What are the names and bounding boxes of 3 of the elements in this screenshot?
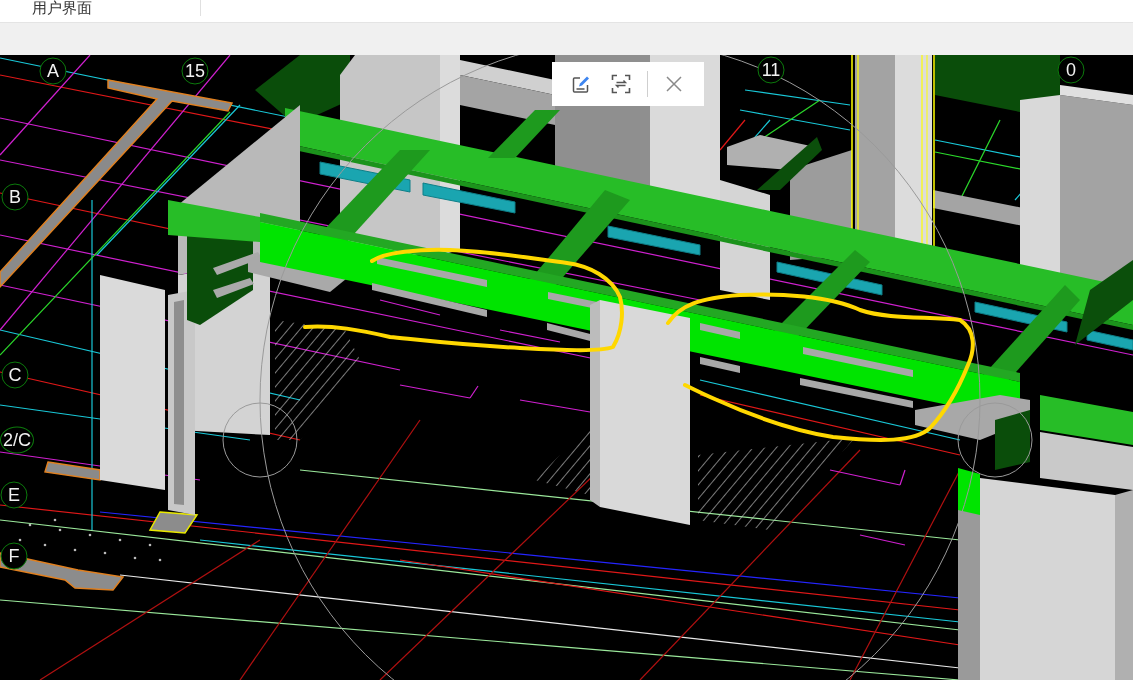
scan-icon (611, 74, 631, 94)
edit-icon (571, 74, 591, 94)
close-icon (666, 76, 682, 92)
